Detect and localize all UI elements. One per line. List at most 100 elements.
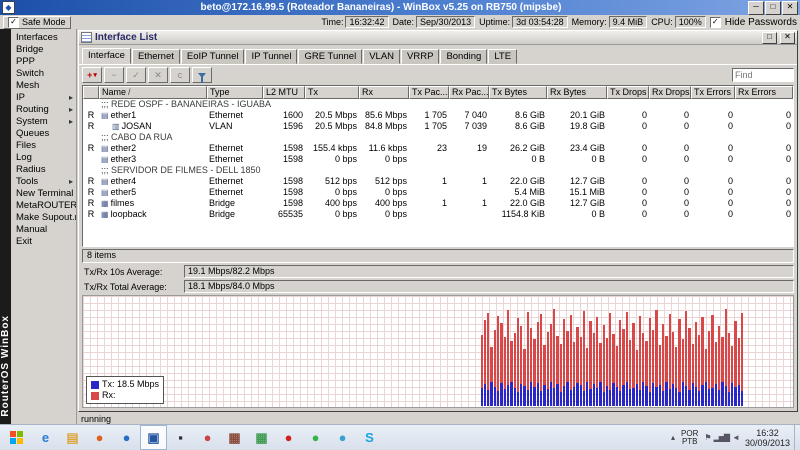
taskbar-button[interactable]: ● (275, 425, 302, 450)
volume-icon[interactable]: ◄ (732, 433, 740, 442)
sidebar-item-make-supout-rif[interactable]: Make Supout.rif (11, 212, 76, 224)
sidebar-item-files[interactable]: Files (11, 140, 76, 152)
sidebar-item-log[interactable]: Log (11, 152, 76, 164)
tx-bar (609, 390, 612, 406)
column-header-tx[interactable]: Tx (305, 86, 359, 99)
tab-ip-tunnel[interactable]: IP Tunnel (245, 49, 298, 64)
tx-bar (569, 390, 572, 406)
taskbar-button[interactable]: ● (194, 425, 221, 450)
safe-mode-button[interactable]: ✓ Safe Mode (3, 15, 71, 29)
taskbar-button[interactable]: ● (329, 425, 356, 450)
language-indicator[interactable]: POR PTB (681, 429, 698, 446)
sidebar-item-routing[interactable]: Routing ▸ (11, 104, 76, 116)
column-header-flag[interactable] (83, 86, 99, 99)
taskbar-button[interactable]: ● (86, 425, 113, 450)
sidebar-item-tools[interactable]: Tools ▸ (11, 176, 76, 188)
tab-vlan[interactable]: VLAN (363, 49, 401, 64)
maximize-icon[interactable]: □ (765, 0, 781, 15)
interface-list-titlebar[interactable]: Interface List □ ✕ (79, 31, 797, 45)
column-header-rx-bytes[interactable]: Rx Bytes (547, 86, 607, 99)
sidebar-item-new-terminal[interactable]: New Terminal (11, 188, 76, 200)
sidebar-item-mesh[interactable]: Mesh (11, 80, 76, 92)
sidebar-item-system[interactable]: System ▸ (11, 116, 76, 128)
tab-lte[interactable]: LTE (488, 49, 518, 64)
table-row[interactable]: ;;; CABO DA RUA (83, 132, 793, 143)
taskbar-button[interactable]: ▦ (221, 425, 248, 450)
column-header-tx-bytes[interactable]: Tx Bytes (489, 86, 547, 99)
network-icon[interactable]: ▂▅▇ (714, 433, 731, 442)
sidebar-item-ip[interactable]: IP ▸ (11, 92, 76, 104)
start-button[interactable] (0, 425, 32, 450)
tab-interface[interactable]: Interface (82, 48, 131, 64)
sidebar-item-switch[interactable]: Switch (11, 68, 76, 80)
tab-gre-tunnel[interactable]: GRE Tunnel (298, 49, 363, 64)
add-button[interactable]: + ▾ (82, 67, 102, 83)
table-row[interactable]: ;;; REDE OSPF - BANANEIRAS - IGUABA (83, 99, 793, 110)
comment-button[interactable]: c (170, 67, 190, 83)
system-tray: ▴ POR PTB ⚑ ▂▅▇ ◄ 16:32 30/09/2013 (667, 425, 794, 450)
table-row[interactable]: R ▤ ether5 Ethernet 1598 0 bps 0 bps 5.4 MiB 15.… (83, 187, 793, 198)
taskbar-button[interactable]: ▦ (248, 425, 275, 450)
table-row[interactable]: R ▤ ether4 Ethernet 1598 512 bps 512 bps 1 1 22.0… (83, 176, 793, 187)
column-header-rx[interactable]: Rx (359, 86, 409, 99)
cell-value: 0 (727, 176, 733, 186)
table-row[interactable]: R ▤ ether2 Ethernet 1598 155.4 kbps 11.6 kbps 2… (83, 143, 793, 154)
sidebar-item-manual[interactable]: Manual (11, 224, 76, 236)
window-close-icon[interactable]: ✕ (780, 31, 795, 44)
tab-eoip-tunnel[interactable]: EoIP Tunnel (180, 49, 245, 64)
column-header-tx-drops[interactable]: Tx Drops (607, 86, 649, 99)
sidebar-item-ppp[interactable]: PPP (11, 56, 76, 68)
tab-vrrp[interactable]: VRRP (401, 49, 440, 64)
sidebar-item-interfaces[interactable]: Interfaces (11, 32, 76, 44)
find-input[interactable] (732, 68, 794, 82)
action-center-icon[interactable]: ⚑ (704, 433, 711, 442)
cell-value: 0 (683, 121, 689, 131)
column-header-rx-pac[interactable]: Rx Pac... (449, 86, 489, 99)
taskbar-clock[interactable]: 16:32 30/09/2013 (745, 428, 790, 448)
app-titlebar[interactable]: ◆ beto@172.16.99.5 (Roteador Bananeiras)… (0, 0, 800, 15)
taskbar-button[interactable]: ● (302, 425, 329, 450)
column-header-tx-errors[interactable]: Tx Errors (691, 86, 735, 99)
table-row[interactable]: R ▤ ether1 Ethernet 1600 20.5 Mbps 85.6 Mbps 1 … (83, 110, 793, 121)
close-icon[interactable]: ✕ (782, 0, 798, 15)
column-header-type[interactable]: Type (207, 86, 263, 99)
taskbar-button[interactable]: e (32, 425, 59, 450)
column-header-rx-drops[interactable]: Rx Drops (649, 86, 691, 99)
disable-button[interactable]: ✕ (148, 67, 168, 83)
column-header-l2-mtu[interactable]: L2 MTU (263, 86, 305, 99)
table-row[interactable]: ;;; SERVIDOR DE FILMES - DELL 1850 (83, 165, 793, 176)
show-desktop-button[interactable] (794, 425, 800, 450)
remove-button[interactable]: − (104, 67, 124, 83)
filter-button[interactable] (192, 67, 212, 83)
column-header-tx-pac[interactable]: Tx Pac... (409, 86, 449, 99)
sidebar-item-exit[interactable]: Exit (11, 236, 76, 248)
table-row[interactable]: R ▥ JOSAN VLAN 1596 20.5 Mbps 84.8 Mbps 1 705 7 … (83, 121, 793, 132)
minimize-icon[interactable]: ─ (748, 0, 764, 15)
tx-bar (497, 391, 500, 406)
sidebar-item-label: Log (16, 152, 32, 163)
taskbar-button[interactable]: ▪ (167, 425, 194, 450)
column-header-rx-errors[interactable]: Rx Errors (735, 86, 793, 99)
sidebar-item-radius[interactable]: Radius (11, 164, 76, 176)
hide-passwords-checkbox[interactable]: ✓ (709, 16, 721, 28)
sidebar-item-metarouter[interactable]: MetaROUTER (11, 200, 76, 212)
sidebar-item-queues[interactable]: Queues (11, 128, 76, 140)
column-header-name[interactable]: Name / (99, 86, 207, 99)
taskbar-button[interactable]: ▣ (140, 425, 167, 450)
tx-bar (480, 388, 483, 406)
table-row[interactable]: R ▦ filmes Bridge 1598 400 bps 400 bps 1 1 22.0 G… (83, 198, 793, 209)
table-row[interactable]: ▤ ether3 Ethernet 1598 0 bps 0 bps 0 B0 B0000 (83, 154, 793, 165)
table-row[interactable]: R ▦ loopback Bridge 65535 0 bps 0 bps 1154.8 Ki… (83, 209, 793, 220)
interface-group-label: ;;; SERVIDOR DE FILMES - DELL 1850 (101, 165, 261, 175)
taskbar-button[interactable]: ▤ (59, 425, 86, 450)
sidebar-item-bridge[interactable]: Bridge (11, 44, 76, 56)
find-wrapper (732, 68, 794, 82)
taskbar-button[interactable]: ● (113, 425, 140, 450)
tab-bonding[interactable]: Bonding (440, 49, 488, 64)
cell-value: 1 (441, 176, 447, 186)
enable-button[interactable]: ✓ (126, 67, 146, 83)
tray-expand-icon[interactable]: ▴ (671, 433, 675, 442)
window-maximize-icon[interactable]: □ (762, 31, 777, 44)
tab-ethernet[interactable]: Ethernet (131, 49, 180, 64)
taskbar-button[interactable]: S (356, 425, 383, 450)
